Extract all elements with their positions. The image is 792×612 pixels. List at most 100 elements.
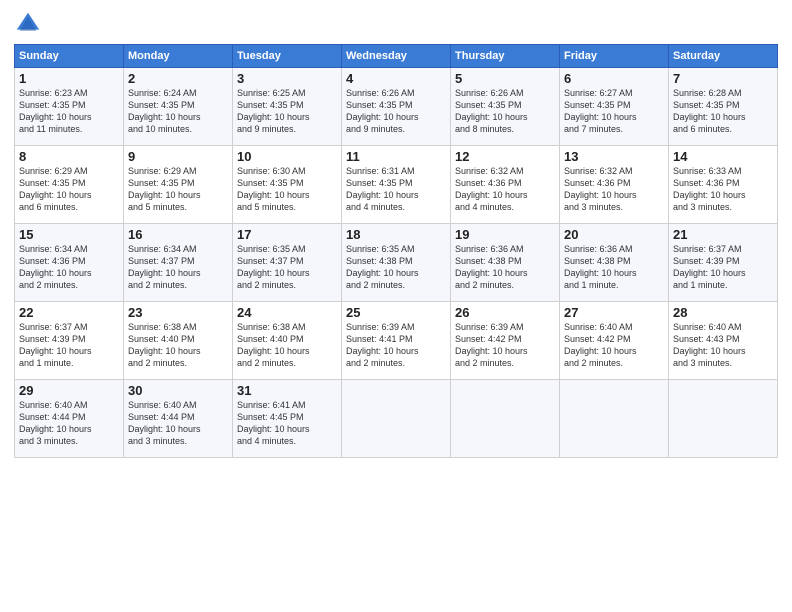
day-info: Sunrise: 6:29 AM Sunset: 4:35 PM Dayligh… (128, 165, 228, 214)
day-info: Sunrise: 6:27 AM Sunset: 4:35 PM Dayligh… (564, 87, 664, 136)
day-number: 27 (564, 305, 664, 320)
day-info: Sunrise: 6:31 AM Sunset: 4:35 PM Dayligh… (346, 165, 446, 214)
day-cell: 14Sunrise: 6:33 AM Sunset: 4:36 PM Dayli… (669, 146, 778, 224)
day-cell (342, 380, 451, 458)
day-cell: 7Sunrise: 6:28 AM Sunset: 4:35 PM Daylig… (669, 68, 778, 146)
col-monday: Monday (124, 45, 233, 68)
day-info: Sunrise: 6:30 AM Sunset: 4:35 PM Dayligh… (237, 165, 337, 214)
day-number: 17 (237, 227, 337, 242)
day-cell: 25Sunrise: 6:39 AM Sunset: 4:41 PM Dayli… (342, 302, 451, 380)
day-number: 3 (237, 71, 337, 86)
day-cell: 31Sunrise: 6:41 AM Sunset: 4:45 PM Dayli… (233, 380, 342, 458)
week-row-4: 22Sunrise: 6:37 AM Sunset: 4:39 PM Dayli… (15, 302, 778, 380)
page: Sunday Monday Tuesday Wednesday Thursday… (0, 0, 792, 612)
day-cell: 9Sunrise: 6:29 AM Sunset: 4:35 PM Daylig… (124, 146, 233, 224)
day-number: 26 (455, 305, 555, 320)
day-cell: 13Sunrise: 6:32 AM Sunset: 4:36 PM Dayli… (560, 146, 669, 224)
day-info: Sunrise: 6:28 AM Sunset: 4:35 PM Dayligh… (673, 87, 773, 136)
day-info: Sunrise: 6:34 AM Sunset: 4:37 PM Dayligh… (128, 243, 228, 292)
day-cell: 16Sunrise: 6:34 AM Sunset: 4:37 PM Dayli… (124, 224, 233, 302)
day-cell: 12Sunrise: 6:32 AM Sunset: 4:36 PM Dayli… (451, 146, 560, 224)
day-cell: 6Sunrise: 6:27 AM Sunset: 4:35 PM Daylig… (560, 68, 669, 146)
day-number: 13 (564, 149, 664, 164)
day-cell: 8Sunrise: 6:29 AM Sunset: 4:35 PM Daylig… (15, 146, 124, 224)
day-cell: 4Sunrise: 6:26 AM Sunset: 4:35 PM Daylig… (342, 68, 451, 146)
day-cell: 17Sunrise: 6:35 AM Sunset: 4:37 PM Dayli… (233, 224, 342, 302)
day-info: Sunrise: 6:25 AM Sunset: 4:35 PM Dayligh… (237, 87, 337, 136)
day-number: 24 (237, 305, 337, 320)
day-info: Sunrise: 6:40 AM Sunset: 4:44 PM Dayligh… (19, 399, 119, 448)
day-info: Sunrise: 6:26 AM Sunset: 4:35 PM Dayligh… (455, 87, 555, 136)
day-number: 23 (128, 305, 228, 320)
day-info: Sunrise: 6:26 AM Sunset: 4:35 PM Dayligh… (346, 87, 446, 136)
col-friday: Friday (560, 45, 669, 68)
day-info: Sunrise: 6:38 AM Sunset: 4:40 PM Dayligh… (128, 321, 228, 370)
day-info: Sunrise: 6:32 AM Sunset: 4:36 PM Dayligh… (455, 165, 555, 214)
day-info: Sunrise: 6:37 AM Sunset: 4:39 PM Dayligh… (19, 321, 119, 370)
day-info: Sunrise: 6:35 AM Sunset: 4:37 PM Dayligh… (237, 243, 337, 292)
day-cell: 18Sunrise: 6:35 AM Sunset: 4:38 PM Dayli… (342, 224, 451, 302)
day-cell: 30Sunrise: 6:40 AM Sunset: 4:44 PM Dayli… (124, 380, 233, 458)
week-row-5: 29Sunrise: 6:40 AM Sunset: 4:44 PM Dayli… (15, 380, 778, 458)
day-cell: 19Sunrise: 6:36 AM Sunset: 4:38 PM Dayli… (451, 224, 560, 302)
day-number: 20 (564, 227, 664, 242)
day-info: Sunrise: 6:39 AM Sunset: 4:42 PM Dayligh… (455, 321, 555, 370)
day-number: 10 (237, 149, 337, 164)
day-number: 22 (19, 305, 119, 320)
col-saturday: Saturday (669, 45, 778, 68)
day-info: Sunrise: 6:24 AM Sunset: 4:35 PM Dayligh… (128, 87, 228, 136)
col-sunday: Sunday (15, 45, 124, 68)
day-cell: 24Sunrise: 6:38 AM Sunset: 4:40 PM Dayli… (233, 302, 342, 380)
day-cell: 29Sunrise: 6:40 AM Sunset: 4:44 PM Dayli… (15, 380, 124, 458)
day-cell: 2Sunrise: 6:24 AM Sunset: 4:35 PM Daylig… (124, 68, 233, 146)
day-number: 18 (346, 227, 446, 242)
day-info: Sunrise: 6:34 AM Sunset: 4:36 PM Dayligh… (19, 243, 119, 292)
day-cell: 5Sunrise: 6:26 AM Sunset: 4:35 PM Daylig… (451, 68, 560, 146)
day-number: 14 (673, 149, 773, 164)
day-info: Sunrise: 6:35 AM Sunset: 4:38 PM Dayligh… (346, 243, 446, 292)
day-number: 9 (128, 149, 228, 164)
logo (14, 10, 44, 38)
day-number: 21 (673, 227, 773, 242)
day-number: 11 (346, 149, 446, 164)
day-cell (451, 380, 560, 458)
day-info: Sunrise: 6:39 AM Sunset: 4:41 PM Dayligh… (346, 321, 446, 370)
day-info: Sunrise: 6:23 AM Sunset: 4:35 PM Dayligh… (19, 87, 119, 136)
day-info: Sunrise: 6:33 AM Sunset: 4:36 PM Dayligh… (673, 165, 773, 214)
week-row-3: 15Sunrise: 6:34 AM Sunset: 4:36 PM Dayli… (15, 224, 778, 302)
day-cell: 28Sunrise: 6:40 AM Sunset: 4:43 PM Dayli… (669, 302, 778, 380)
day-number: 29 (19, 383, 119, 398)
week-row-2: 8Sunrise: 6:29 AM Sunset: 4:35 PM Daylig… (15, 146, 778, 224)
day-cell: 15Sunrise: 6:34 AM Sunset: 4:36 PM Dayli… (15, 224, 124, 302)
day-number: 6 (564, 71, 664, 86)
day-number: 25 (346, 305, 446, 320)
day-cell: 11Sunrise: 6:31 AM Sunset: 4:35 PM Dayli… (342, 146, 451, 224)
col-wednesday: Wednesday (342, 45, 451, 68)
calendar-table: Sunday Monday Tuesday Wednesday Thursday… (14, 44, 778, 458)
day-cell: 20Sunrise: 6:36 AM Sunset: 4:38 PM Dayli… (560, 224, 669, 302)
day-info: Sunrise: 6:36 AM Sunset: 4:38 PM Dayligh… (455, 243, 555, 292)
day-info: Sunrise: 6:36 AM Sunset: 4:38 PM Dayligh… (564, 243, 664, 292)
day-cell (560, 380, 669, 458)
day-info: Sunrise: 6:40 AM Sunset: 4:43 PM Dayligh… (673, 321, 773, 370)
day-number: 4 (346, 71, 446, 86)
day-number: 2 (128, 71, 228, 86)
day-number: 5 (455, 71, 555, 86)
header (14, 10, 778, 38)
day-cell: 26Sunrise: 6:39 AM Sunset: 4:42 PM Dayli… (451, 302, 560, 380)
day-cell: 10Sunrise: 6:30 AM Sunset: 4:35 PM Dayli… (233, 146, 342, 224)
day-cell: 27Sunrise: 6:40 AM Sunset: 4:42 PM Dayli… (560, 302, 669, 380)
day-number: 7 (673, 71, 773, 86)
day-cell: 21Sunrise: 6:37 AM Sunset: 4:39 PM Dayli… (669, 224, 778, 302)
day-number: 12 (455, 149, 555, 164)
day-cell: 3Sunrise: 6:25 AM Sunset: 4:35 PM Daylig… (233, 68, 342, 146)
day-cell (669, 380, 778, 458)
day-number: 8 (19, 149, 119, 164)
day-number: 16 (128, 227, 228, 242)
day-info: Sunrise: 6:40 AM Sunset: 4:42 PM Dayligh… (564, 321, 664, 370)
day-number: 15 (19, 227, 119, 242)
day-number: 30 (128, 383, 228, 398)
day-cell: 23Sunrise: 6:38 AM Sunset: 4:40 PM Dayli… (124, 302, 233, 380)
day-info: Sunrise: 6:29 AM Sunset: 4:35 PM Dayligh… (19, 165, 119, 214)
day-number: 19 (455, 227, 555, 242)
